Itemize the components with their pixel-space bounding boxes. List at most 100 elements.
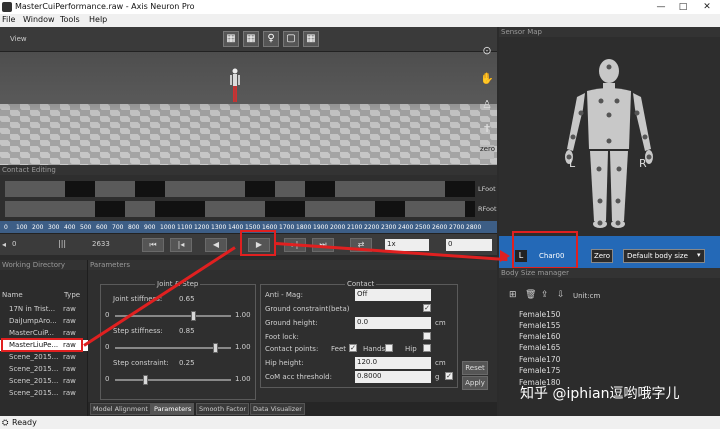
slider-knob[interactable]	[143, 375, 148, 385]
tab-data-visualizer[interactable]: Data Visualizer	[250, 403, 305, 415]
reverse-play-button[interactable]: ◀	[205, 238, 227, 252]
add-icon[interactable]: ⊞	[509, 290, 517, 300]
chevron-down-icon[interactable]: ▾	[697, 251, 701, 259]
file-row[interactable]: Scene_2015... raw	[0, 352, 88, 363]
body-size-item[interactable]: Female165	[519, 343, 560, 352]
body-size-item[interactable]: Female160	[519, 332, 560, 341]
ruler-tick: 1300	[211, 224, 227, 231]
status-text: Ready	[12, 418, 37, 427]
contact-points-label: Contact points:	[265, 345, 319, 353]
zero-button[interactable]: Zero	[591, 249, 613, 263]
slider-knob[interactable]	[191, 311, 196, 321]
com-label: CoM acc threshold:	[265, 373, 332, 381]
figure-icon[interactable]: ♙	[480, 98, 494, 112]
hands-checkbox[interactable]	[385, 344, 393, 352]
annotation-box-file	[1, 338, 83, 352]
tab-model-alignment[interactable]: Model Alignment	[90, 403, 151, 415]
ruler-tick: 800	[128, 224, 140, 231]
sensor-map-title: Sensor Map	[499, 27, 720, 37]
view-menu[interactable]: View	[10, 35, 27, 43]
step-constraint-label: Step constraint:	[113, 359, 169, 367]
status-icon: ⛭	[2, 418, 9, 427]
close-button[interactable]: ✕	[696, 0, 718, 14]
com-input[interactable]: 0.8000	[355, 371, 431, 383]
frame-icon[interactable]: ▢	[283, 31, 299, 47]
menu-help[interactable]: Help	[89, 15, 107, 24]
hip-height-input[interactable]: 120.0	[355, 357, 431, 369]
slider-knob[interactable]	[213, 343, 218, 353]
slider-min: 0	[105, 375, 110, 383]
reset-button[interactable]: Reset	[462, 361, 488, 375]
checker-view-icon[interactable]: ▦	[223, 31, 239, 47]
joint-stiffness-value: 0.65	[179, 295, 195, 303]
col-type[interactable]: Type	[64, 291, 80, 299]
frame-input[interactable]: 0	[446, 239, 492, 251]
ruler-tick: 2000	[330, 224, 346, 231]
feet-checkbox[interactable]: ✓	[349, 344, 357, 352]
range-handle-icon[interactable]: |||	[58, 239, 66, 248]
lfoot-label: LFoot	[478, 185, 496, 193]
hip-height-label: Hip height:	[265, 359, 304, 367]
tpose-icon[interactable]: ✝	[480, 122, 494, 136]
character-icon[interactable]: ♀	[263, 31, 279, 47]
body-size-item[interactable]: Female170	[519, 355, 560, 364]
file-row[interactable]: Scene_2015... raw	[0, 388, 88, 399]
range-start[interactable]: 0	[12, 240, 16, 248]
step-constraint-slider[interactable]	[115, 375, 231, 385]
maximize-button[interactable]: □	[672, 0, 694, 14]
watermark: 知乎 @iphian逗哟哦字儿	[520, 386, 680, 402]
body-size-item[interactable]: Female150	[519, 310, 560, 319]
body-size-select[interactable]: Default body size	[623, 249, 705, 263]
3d-viewport[interactable]	[0, 52, 497, 165]
tab-parameters[interactable]: Parameters	[151, 403, 195, 415]
file-row[interactable]: Scene_2015... raw	[0, 364, 88, 375]
upload-icon[interactable]: ⇪	[541, 290, 549, 300]
annotation-box-play	[240, 230, 276, 256]
prev-frame-button[interactable]: |◂	[170, 238, 192, 252]
ruler-tick: 100	[16, 224, 28, 231]
download-icon[interactable]: ⇩	[557, 290, 565, 300]
minimize-button[interactable]: —	[650, 0, 672, 14]
file-row[interactable]: DaiJumpAro... raw	[0, 316, 88, 327]
hand-icon[interactable]: ✋	[480, 72, 494, 86]
right-foot-track[interactable]	[5, 201, 475, 217]
zoom-icon[interactable]: ⊙	[480, 44, 494, 58]
contact-label: Contact	[345, 280, 377, 288]
menu-window[interactable]: Window	[23, 15, 55, 24]
ruler-tick: 1200	[194, 224, 210, 231]
ground-constraint-label: Ground constraint(beta)	[265, 305, 350, 313]
range-end[interactable]: 2633	[92, 240, 110, 248]
left-foot-track[interactable]	[5, 181, 475, 197]
slider-max: 1.00	[235, 343, 251, 351]
range-start-icon[interactable]: ◂	[2, 240, 6, 249]
ruler-tick: 1800	[296, 224, 312, 231]
tab-smooth-factor[interactable]: Smooth Factor	[196, 403, 250, 415]
delete-icon[interactable]: 🗑	[525, 290, 536, 300]
ruler-tick: 0	[4, 224, 8, 231]
ruler-tick: 700	[112, 224, 124, 231]
zero-pose-icon[interactable]: zero	[480, 145, 495, 159]
foot-lock-checkbox[interactable]	[423, 332, 431, 340]
col-name[interactable]: Name	[2, 291, 23, 299]
step-stiffness-slider[interactable]	[115, 343, 231, 353]
ruler-tick: 900	[144, 224, 156, 231]
ground-height-input[interactable]: 0.0	[355, 317, 431, 329]
apply-button[interactable]: Apply	[462, 376, 488, 390]
anti-mag-select[interactable]: Off	[355, 289, 431, 301]
file-row[interactable]: Scene_2015... raw	[0, 376, 88, 387]
skip-start-button[interactable]: ⏮	[142, 238, 164, 252]
grid-view-icon[interactable]: ▦	[243, 31, 259, 47]
hip-checkbox[interactable]	[423, 344, 431, 352]
hip-label: Hip	[405, 345, 417, 353]
body-size-item[interactable]: Female155	[519, 321, 560, 330]
com-checkbox[interactable]: ✓	[445, 372, 453, 380]
contact-editing-title: Contact Editing	[0, 165, 497, 175]
ground-constraint-checkbox[interactable]: ✓	[423, 304, 431, 312]
ruler-tick: 2600	[432, 224, 448, 231]
body-size-item[interactable]: Female175	[519, 366, 560, 375]
ruler-tick: 2300	[381, 224, 397, 231]
menu-tools[interactable]: Tools	[60, 15, 80, 24]
menu-file[interactable]: File	[2, 15, 15, 24]
file-row[interactable]: 17N in Trist... raw	[0, 304, 88, 315]
pattern-view-icon[interactable]: ▦	[303, 31, 319, 47]
